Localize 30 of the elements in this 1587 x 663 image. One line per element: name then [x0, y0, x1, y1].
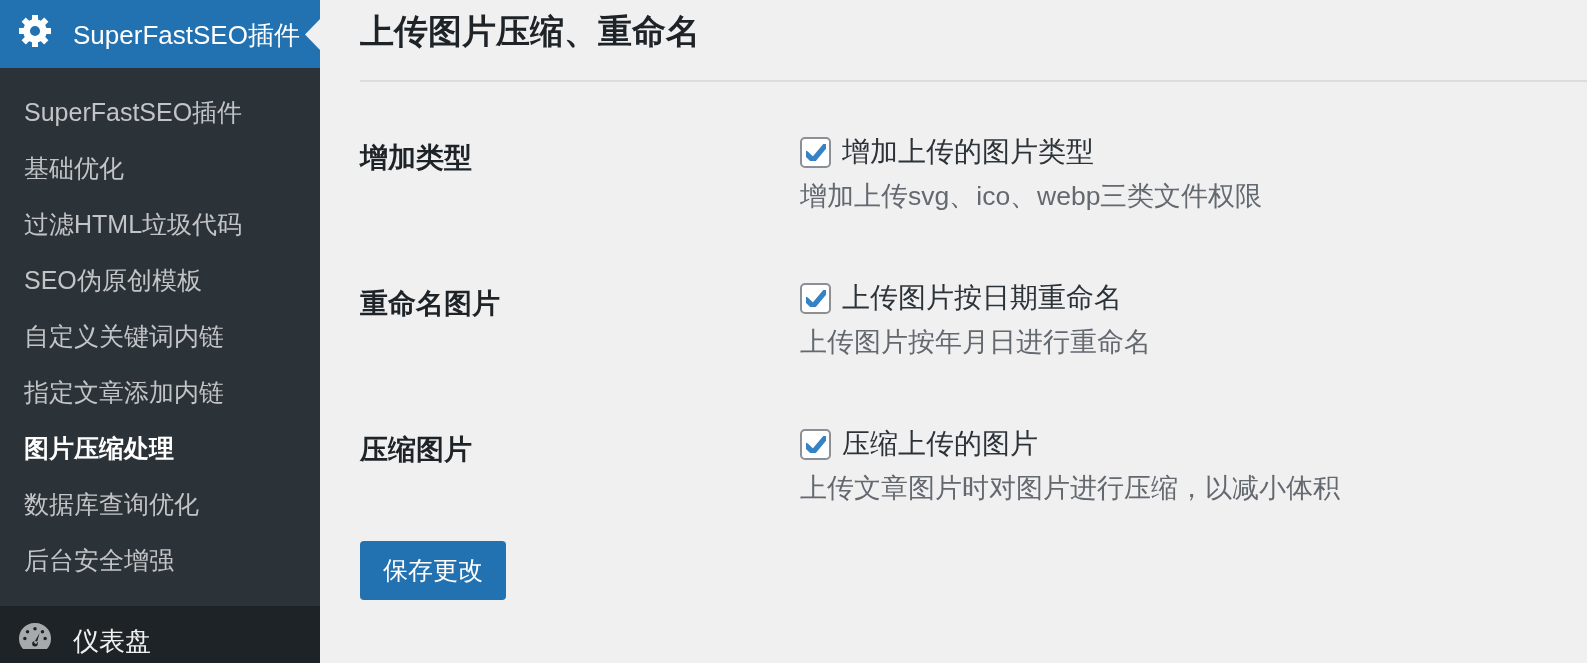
page-title: 上传图片压缩、重命名	[360, 12, 700, 52]
setting-label: 增加类型	[360, 141, 472, 175]
submenu-item[interactable]: 指定文章添加内链	[0, 364, 320, 420]
setting-label: 压缩图片	[360, 433, 472, 467]
checkmark-icon	[805, 289, 826, 307]
submenu-item[interactable]: 过滤HTML垃圾代码	[0, 196, 320, 252]
caret-icon	[305, 19, 320, 50]
checkbox-label: 增加上传的图片类型	[842, 135, 1094, 169]
checkbox[interactable]	[800, 428, 831, 460]
menu-item[interactable]: SuperFastSEO插件	[0, 0, 320, 68]
submenu-item[interactable]: 后台安全增强	[0, 532, 320, 588]
submenu-item[interactable]: 基础优化	[0, 140, 320, 196]
save-button[interactable]: 保存更改	[360, 541, 506, 600]
submenu-item[interactable]: SuperFastSEO插件	[0, 84, 320, 140]
checkmark-icon	[805, 435, 826, 453]
submenu-item[interactable]: SEO伪原创模板	[0, 252, 320, 308]
checkbox[interactable]	[800, 282, 831, 314]
gear-icon	[19, 15, 51, 47]
setting-description: 上传文章图片时对图片进行压缩，以减小体积	[800, 472, 1340, 505]
setting-label: 重命名图片	[360, 287, 500, 321]
checkbox-label: 压缩上传的图片	[842, 427, 1038, 461]
submenu-item[interactable]: 图片压缩处理	[0, 420, 320, 476]
submenu-item[interactable]: 数据库查询优化	[0, 476, 320, 532]
submenu-item[interactable]: 自定义关键词内链	[0, 308, 320, 364]
checkbox[interactable]	[800, 136, 831, 168]
gauge-icon	[19, 623, 51, 649]
checkbox-label: 上传图片按日期重命名	[842, 281, 1122, 315]
checkmark-icon	[805, 143, 826, 161]
setting-description: 上传图片按年月日进行重命名	[800, 326, 1151, 359]
setting-description: 增加上传svg、ico、webp三类文件权限	[800, 180, 1263, 213]
